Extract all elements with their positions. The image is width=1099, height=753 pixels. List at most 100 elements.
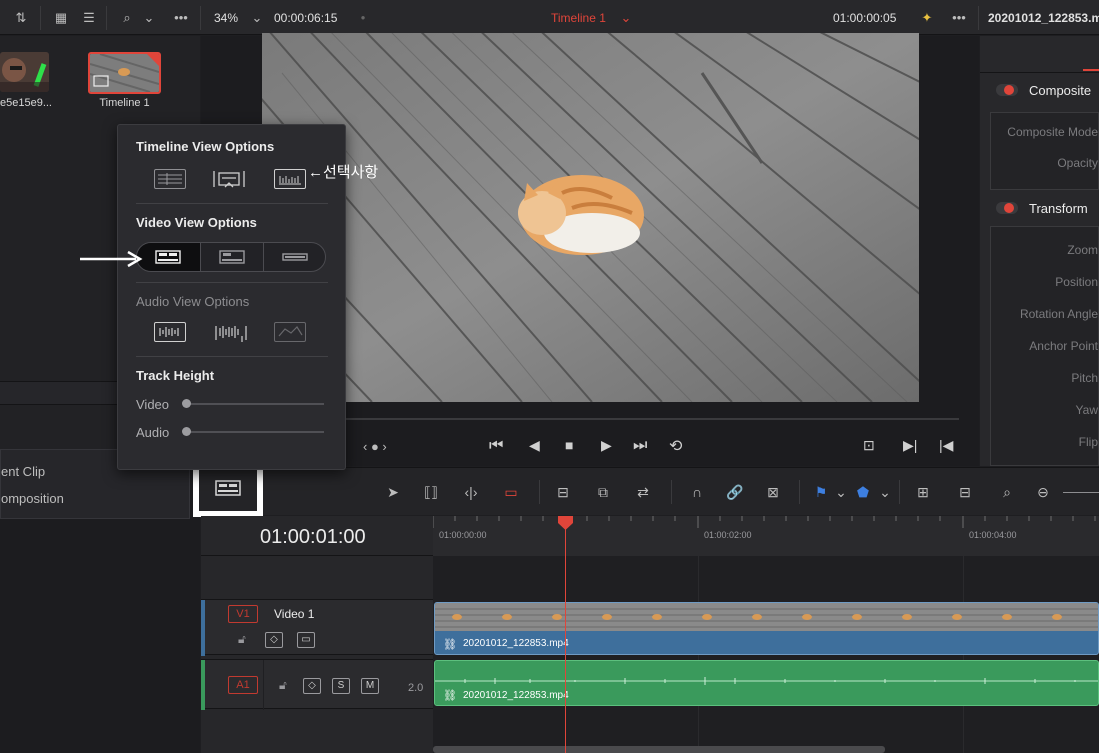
audio-waveform-icon[interactable] <box>154 322 186 342</box>
track-id-badge[interactable]: V1 <box>228 605 258 623</box>
composite-toggle[interactable] <box>996 84 1018 96</box>
track-height-title: Track Height <box>136 368 215 383</box>
thumbnail-view-option[interactable] <box>137 243 200 271</box>
timeline-ruler[interactable]: 01:00:00:00 01:00:02:00 01:00:04:00 <box>433 516 1099 556</box>
subtitle-tracks-graphic <box>213 171 245 188</box>
timeline-dropdown-icon[interactable]: ⌄ <box>617 9 635 27</box>
match-frame-icon[interactable]: ⊡ <box>863 437 875 454</box>
more-icon[interactable]: ••• <box>950 9 968 27</box>
anchor-point-label: Anchor Point <box>1029 339 1098 353</box>
list-view-icon[interactable]: ☰ <box>80 9 98 27</box>
transform-toggle[interactable] <box>996 202 1018 214</box>
zoom-slider[interactable] <box>1063 492 1099 493</box>
timeline-name[interactable]: Timeline 1 <box>551 11 606 25</box>
color-wheel-icon[interactable]: ✦ <box>918 9 936 27</box>
subtitle-tracks-icon[interactable] <box>212 169 245 189</box>
divider <box>136 282 328 283</box>
audio-view-title: Audio View Options <box>136 294 250 309</box>
search-icon[interactable]: ⌕ <box>118 9 136 27</box>
source-timecode: 00:00:06:15 <box>274 11 338 25</box>
video-view-title: Video View Options <box>136 215 257 230</box>
insert-clip-icon[interactable]: ⊟ <box>551 481 575 503</box>
link-icon[interactable]: 🔗 <box>723 481 747 503</box>
video-clip[interactable]: ⛓ 20201012_122853.mp4 <box>434 602 1099 655</box>
name-only-view-option[interactable] <box>263 243 325 271</box>
divider <box>40 6 41 30</box>
timeline-scrollbar[interactable] <box>433 746 885 753</box>
audio-clip[interactable]: ⛓ 20201012_122853.mp4 <box>434 660 1099 706</box>
go-to-end-icon[interactable]: ⏭ <box>633 437 647 455</box>
flag-dropdown-icon[interactable]: ⌄ <box>829 481 853 503</box>
current-timecode: 01:00:01:00 <box>260 526 366 548</box>
audio-waveform-view-icon[interactable] <box>274 169 306 189</box>
filmstrip-view-option[interactable] <box>200 243 263 271</box>
audio-levels-icon[interactable] <box>274 322 306 342</box>
zoom-dropdown-icon[interactable]: ⌄ <box>248 9 266 27</box>
dynamic-trim-icon[interactable]: ‹|› <box>459 481 483 503</box>
track-id-badge[interactable]: A1 <box>228 676 258 694</box>
divider <box>263 660 264 710</box>
zoom-label: Zoom <box>1067 243 1098 257</box>
composite-label: Composite <box>1029 83 1092 98</box>
timeline-thumbnail[interactable] <box>88 52 161 94</box>
position-lock-icon[interactable]: ⊠ <box>761 481 785 503</box>
mute-button[interactable]: M <box>361 678 379 694</box>
scrubber-track[interactable] <box>346 418 959 420</box>
stop-icon[interactable]: ■ <box>565 437 573 453</box>
name-only-view-graphic <box>282 253 308 261</box>
track-name[interactable]: Video 1 <box>274 607 314 621</box>
audio-waveform <box>435 677 1098 685</box>
play-icon[interactable]: ▶ <box>601 437 612 454</box>
sort-icon[interactable]: ⇅ <box>12 9 30 27</box>
trim-tool-icon[interactable]: ⟦⟧ <box>419 481 443 503</box>
playhead-handle[interactable] <box>558 516 573 530</box>
clip-thumbnail[interactable] <box>0 52 49 92</box>
zoom-out-icon[interactable]: ⊖ <box>1031 481 1055 503</box>
lock-icon[interactable]: 🔓︎ <box>238 632 246 647</box>
marker-dropdown-icon[interactable]: ⌄ <box>873 481 897 503</box>
more-icon[interactable]: ••• <box>172 9 190 27</box>
track-layout-icon <box>215 480 241 496</box>
prev-frame-nav-icon[interactable]: ‹ ● › <box>363 439 387 454</box>
video-height-slider-knob[interactable] <box>182 399 191 408</box>
zoom-full-icon[interactable]: ⊞ <box>911 481 935 503</box>
disable-track-icon[interactable]: ▭ <box>297 632 315 648</box>
annotation-label: ←선택사항 <box>308 164 379 181</box>
overwrite-clip-icon[interactable]: ⧉ <box>591 481 615 503</box>
playhead-line <box>565 526 566 753</box>
thumbnail-view-graphic <box>155 250 181 264</box>
grid-view-icon[interactable]: ▦ <box>52 9 70 27</box>
loop-icon[interactable]: ⟲ <box>669 436 682 456</box>
effect-item[interactable]: omposition <box>1 491 191 506</box>
yaw-label: Yaw <box>1075 403 1098 417</box>
zoom-detail-icon[interactable]: ⊟ <box>953 481 977 503</box>
timeline-view-options-button[interactable] <box>193 463 263 517</box>
video-frame-image <box>262 33 919 402</box>
zoom-level[interactable]: 34% <box>214 11 238 25</box>
auto-select-icon[interactable]: ◇ <box>265 632 283 648</box>
blade-tool-icon[interactable]: ▭ <box>499 481 523 503</box>
lock-icon[interactable]: 🔓︎ <box>279 678 287 693</box>
timeline-toolbar: ➤ ⟦⟧ ‹|› ▭ ⊟ ⧉ ⇄ ∩ 🔗 ⊠ ⚑ ⌄ ⬟ ⌄ ⊞ ⊟ ⌕ ⊖ <box>193 463 1099 517</box>
zoom-custom-icon[interactable]: ⌕ <box>995 481 1019 503</box>
stacked-timelines-icon[interactable] <box>154 169 186 189</box>
auto-select-icon[interactable]: ◇ <box>303 678 321 694</box>
chevron-down-icon[interactable]: ⌄ <box>140 9 158 27</box>
go-to-start-icon[interactable]: ⏮ <box>489 437 503 455</box>
audio-waveform-full-icon[interactable] <box>214 322 247 342</box>
marker-icon[interactable]: ⬟ <box>851 481 875 503</box>
snapping-icon[interactable]: ∩ <box>685 481 709 503</box>
replace-clip-icon[interactable]: ⇄ <box>631 481 655 503</box>
audio-height-slider-knob[interactable] <box>182 427 191 436</box>
video-height-slider[interactable] <box>186 403 324 405</box>
selection-tool-icon[interactable]: ➤ <box>381 481 405 503</box>
opacity-label: Opacity <box>1057 156 1098 170</box>
audio-waveform-graphic <box>159 327 179 337</box>
audio-height-slider[interactable] <box>186 431 324 433</box>
next-edit-icon[interactable]: ▶| <box>903 437 917 454</box>
prev-edit-icon[interactable]: |◀ <box>939 437 953 454</box>
position-label: Position <box>1055 275 1098 289</box>
clip-filmstrip <box>435 603 1098 631</box>
solo-button[interactable]: S <box>332 678 350 694</box>
play-reverse-icon[interactable]: ◀ <box>529 437 540 454</box>
